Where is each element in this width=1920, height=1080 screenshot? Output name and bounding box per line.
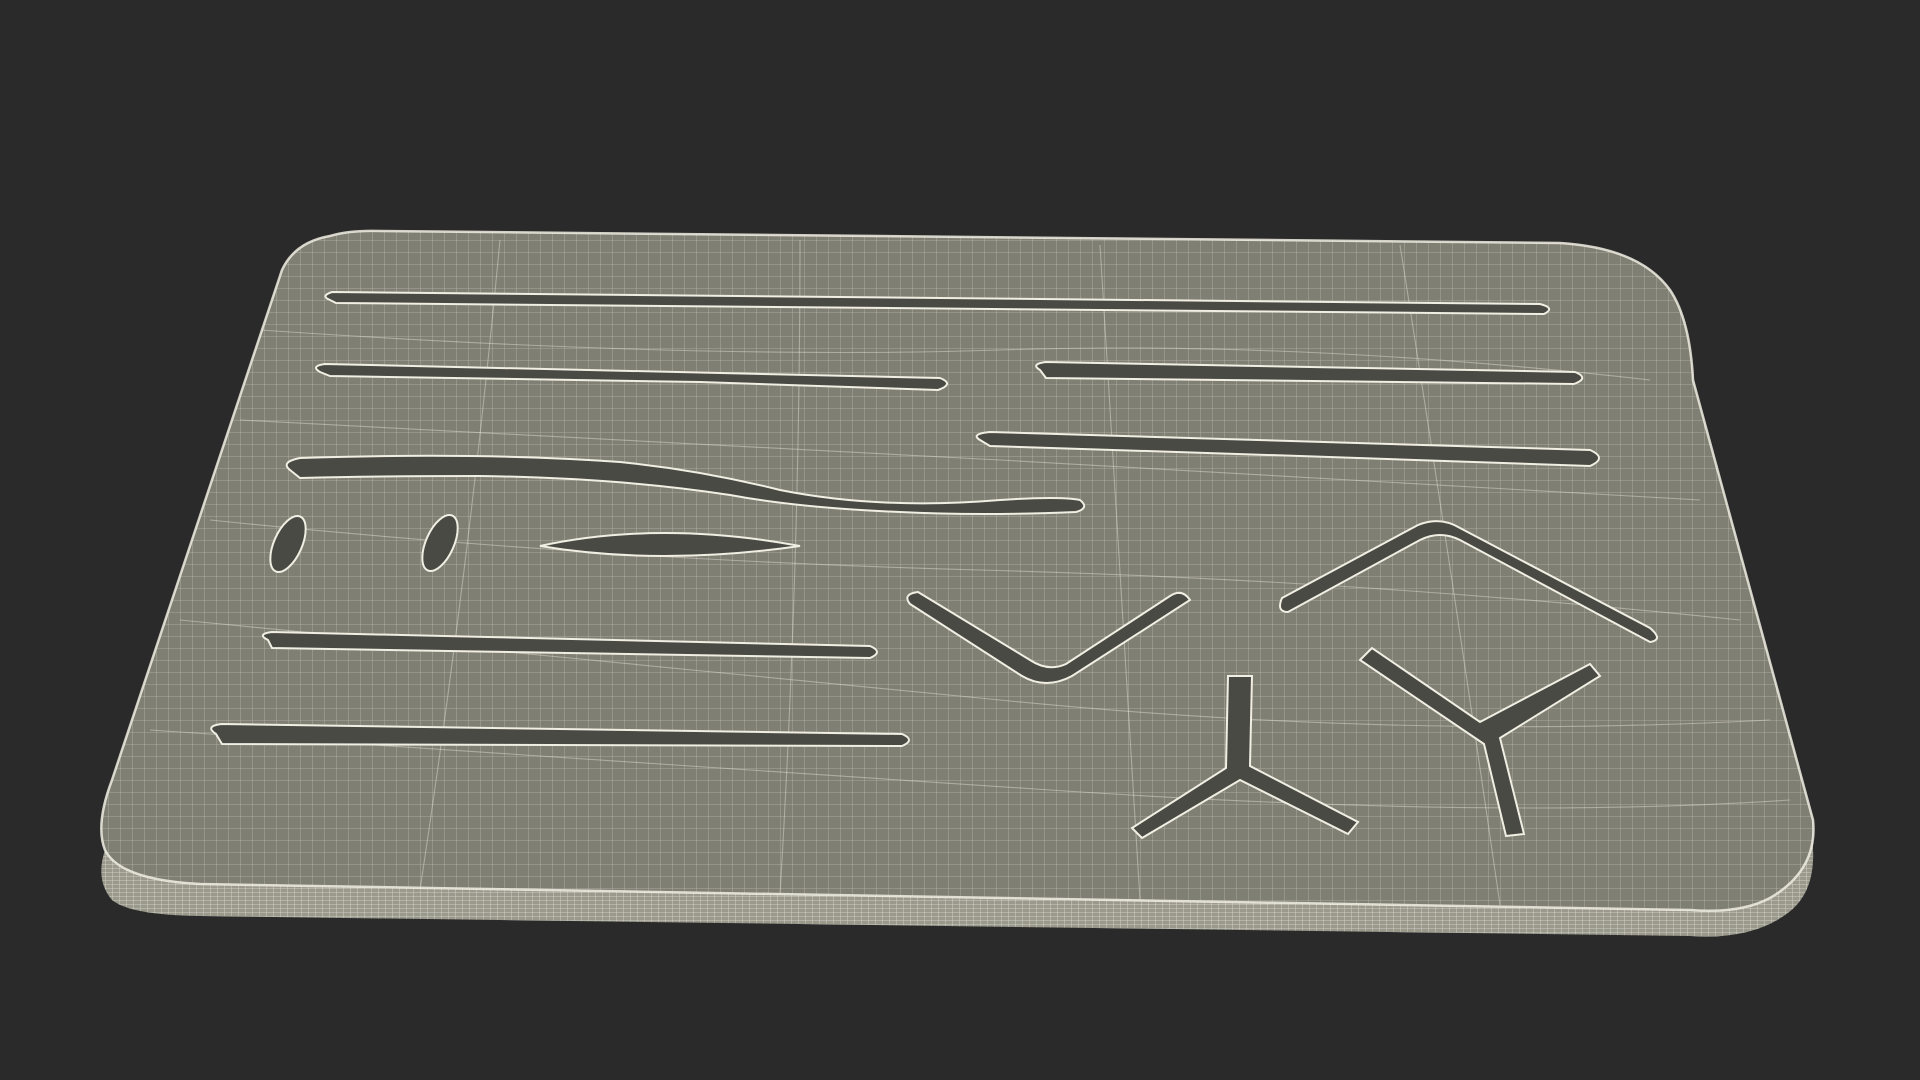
viewport-canvas: [0, 0, 1920, 1080]
board-top-wire: [101, 230, 1814, 911]
